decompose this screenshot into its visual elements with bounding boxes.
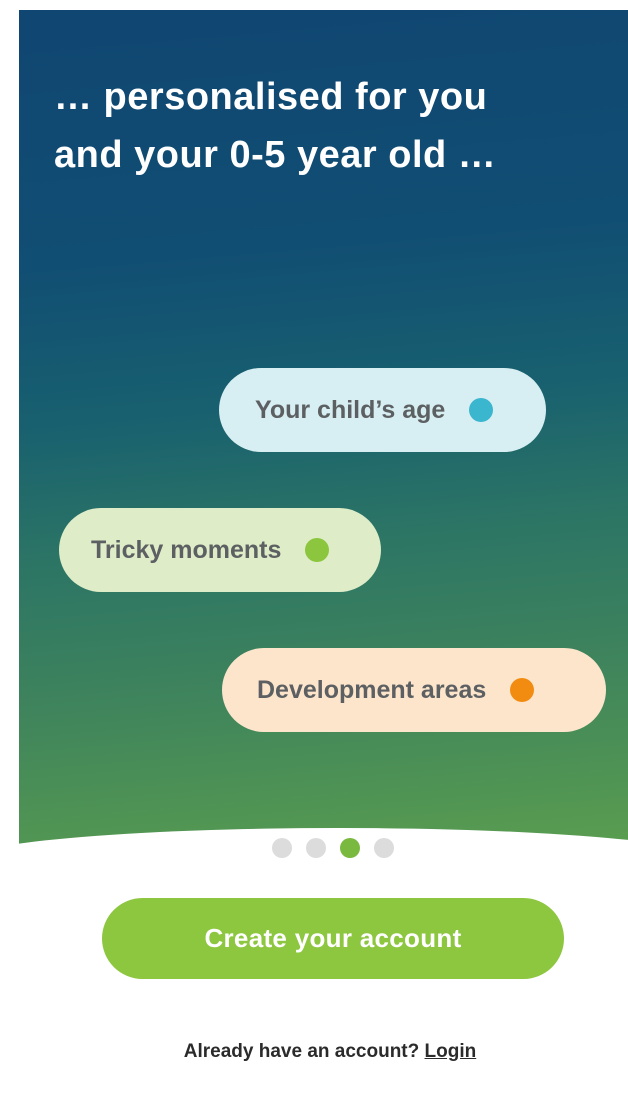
create-account-button[interactable]: Create your account <box>102 898 564 979</box>
feature-pill-tricky-moments: Tricky moments <box>59 508 381 592</box>
login-link[interactable]: Login <box>425 1041 477 1062</box>
blue-dot-icon <box>469 398 494 422</box>
feature-pill-child-age: Your child’s age <box>219 368 546 452</box>
login-prompt-row: Already have an account? Login <box>0 1041 628 1063</box>
headline-line-2: and your 0-5 year old … <box>54 134 497 176</box>
page-dot-1[interactable] <box>272 838 292 858</box>
orange-dot-icon <box>510 678 535 702</box>
feature-pill-label: Tricky moments <box>91 535 282 564</box>
green-dot-icon <box>305 538 330 562</box>
onboarding-screen: … personalised for you and your 0-5 year… <box>0 0 628 1117</box>
hero-panel: … personalised for you and your 0-5 year… <box>19 10 628 882</box>
headline-line-1: … personalised for you <box>54 76 488 118</box>
page-dot-2[interactable] <box>306 838 326 858</box>
page-dot-3-active[interactable] <box>340 838 360 858</box>
feature-pill-development-areas: Development areas <box>222 648 606 732</box>
page-dot-4[interactable] <box>374 838 394 858</box>
page-indicator <box>272 838 394 858</box>
login-prompt-text: Already have an account? <box>183 1041 420 1062</box>
hero-headline: … personalised for you and your 0-5 year… <box>54 68 614 184</box>
feature-pill-label: Your child’s age <box>255 395 446 424</box>
feature-pill-label: Development areas <box>257 675 487 704</box>
